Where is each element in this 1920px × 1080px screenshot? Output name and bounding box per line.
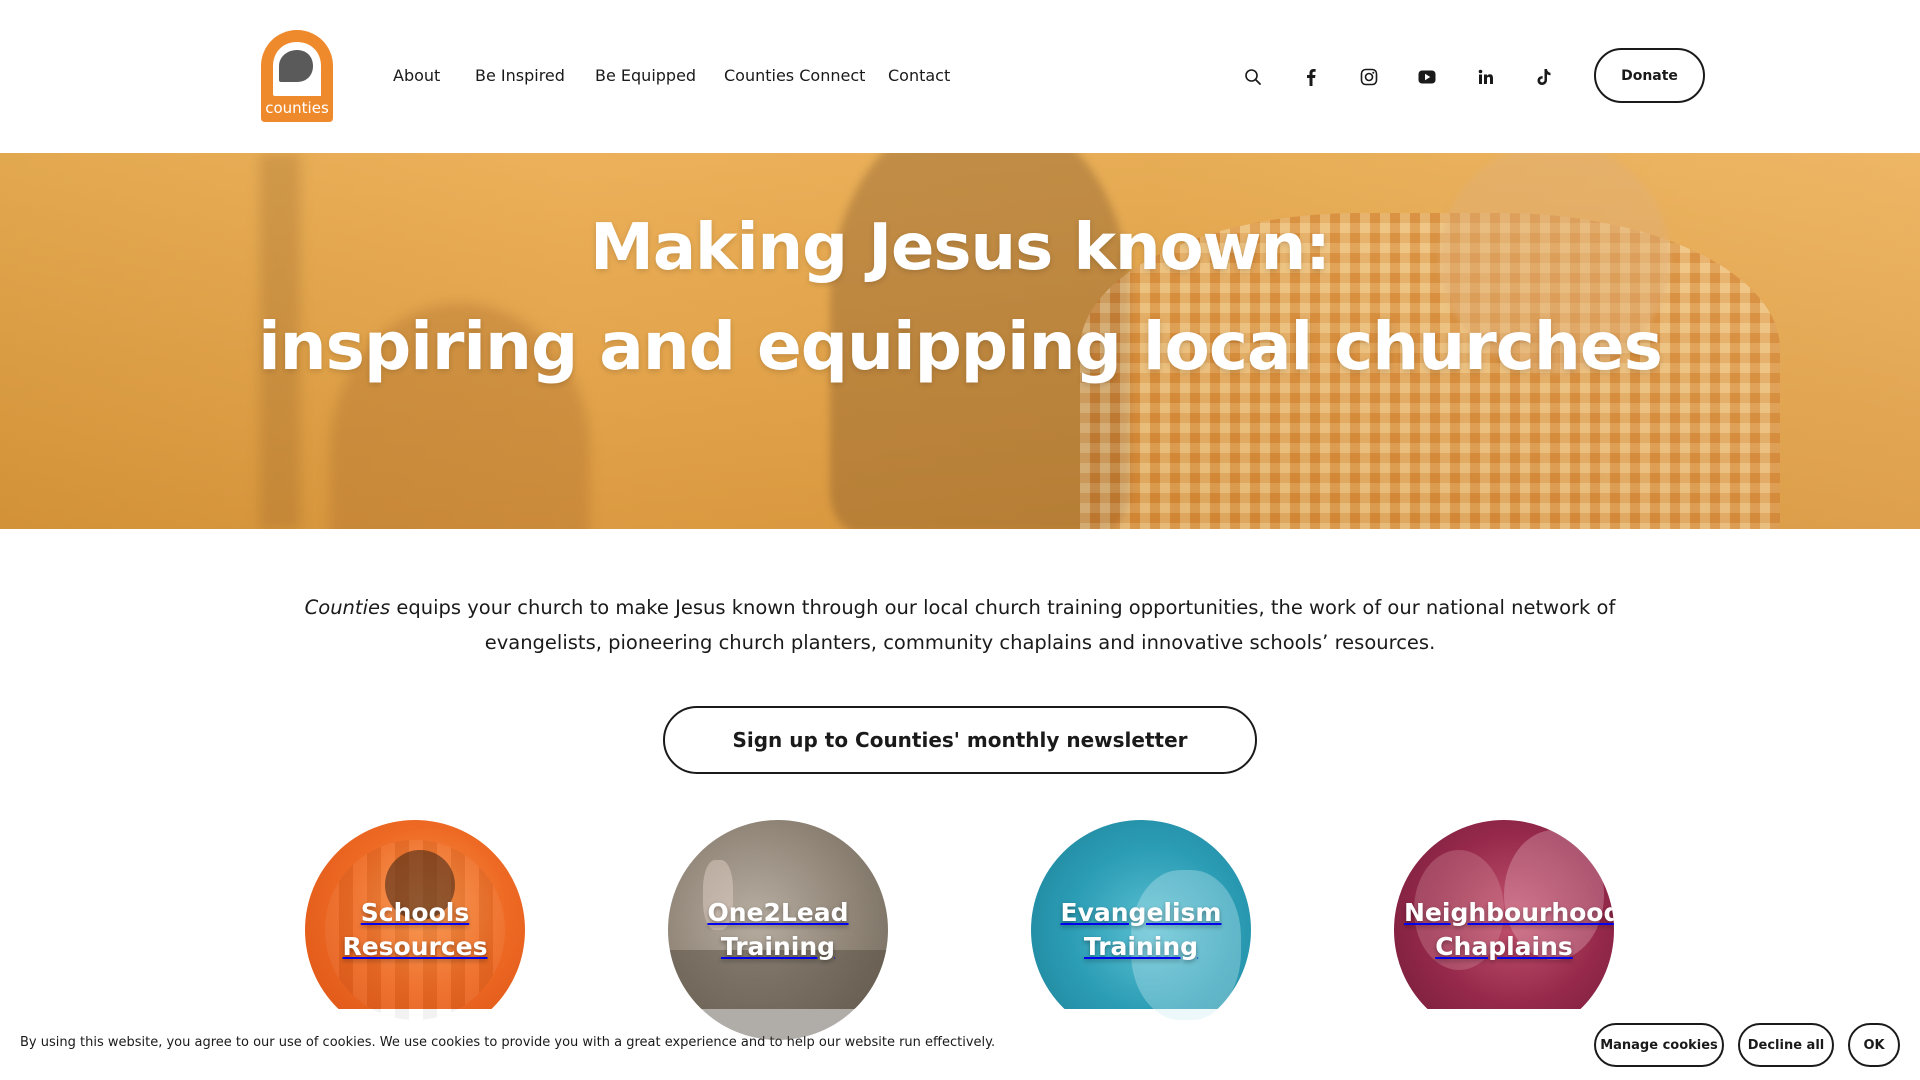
nav-be-inspired[interactable]: Be Inspired	[475, 66, 565, 85]
one2lead-label-line-2: Training	[720, 932, 836, 961]
schools-label-line-2: Resources	[342, 932, 488, 961]
evangelism-label-line-1: Evangelism	[1060, 898, 1222, 927]
neighbourhood-chaplains-link[interactable]: Neighbourhood Chaplains	[1394, 820, 1614, 1040]
nav-be-equipped[interactable]: Be Equipped	[595, 66, 696, 85]
decline-all-button[interactable]: Decline all	[1738, 1023, 1834, 1067]
nav-about[interactable]: About	[393, 66, 440, 85]
youtube-icon[interactable]	[1415, 65, 1439, 89]
schools-resources-link[interactable]: Schools Resources	[305, 820, 525, 1040]
intro-emphasis: Counties	[304, 596, 391, 619]
nav-counties-connect[interactable]: Counties Connect	[724, 66, 865, 85]
linkedin-icon[interactable]	[1474, 65, 1498, 89]
schools-label-line-1: Schools	[360, 898, 470, 927]
hero-heading-line-1: Making Jesus known:	[590, 211, 1331, 285]
instagram-icon[interactable]	[1357, 65, 1381, 89]
tiktok-icon[interactable]	[1532, 65, 1556, 89]
site-header: counties About Be Inspired Be Equipped C…	[0, 0, 1920, 153]
evangelism-training-link[interactable]: Evangelism Training	[1031, 820, 1251, 1040]
newsletter-signup-button[interactable]: Sign up to Counties' monthly newsletter	[663, 706, 1257, 774]
donate-button[interactable]: Donate	[1594, 48, 1705, 103]
chaplains-label-line-1: Neighbourhood	[1404, 898, 1614, 927]
search-icon[interactable]	[1241, 65, 1265, 89]
hero-heading-line-2: inspiring and equipping local churches	[258, 308, 1663, 385]
cookie-banner: By using this website, you agree to our …	[0, 1009, 1920, 1080]
nav-contact[interactable]: Contact	[888, 66, 950, 85]
intro-paragraph: Counties equips your church to make Jesu…	[250, 590, 1670, 660]
intro-text: equips your church to make Jesus known t…	[390, 596, 1616, 654]
one2lead-label-line-1: One2Lead	[707, 898, 849, 927]
one2lead-training-link[interactable]: One2Lead Training	[668, 820, 888, 1040]
ok-button[interactable]: OK	[1848, 1023, 1900, 1067]
chaplains-label-line-2: Chaplains	[1435, 932, 1573, 961]
evangelism-label-line-2: Training	[1083, 932, 1199, 961]
hero-banner: Making Jesus known: inspiring and equipp…	[0, 153, 1920, 529]
manage-cookies-button[interactable]: Manage cookies	[1594, 1023, 1724, 1067]
facebook-icon[interactable]	[1299, 65, 1323, 89]
